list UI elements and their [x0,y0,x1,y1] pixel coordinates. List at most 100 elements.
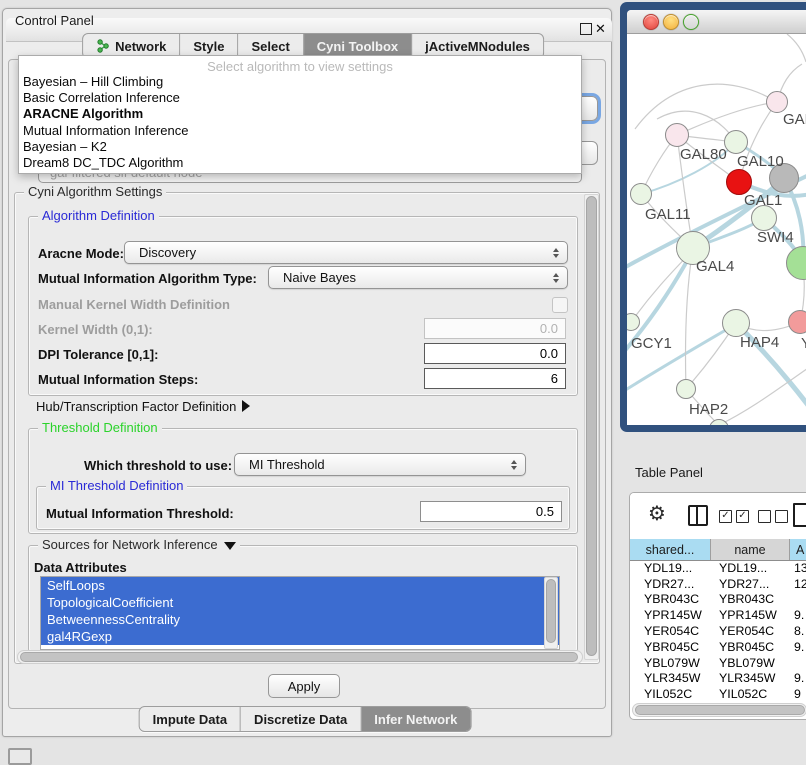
attr-item-topologicalcoefficient[interactable]: TopologicalCoefficient [41,594,559,611]
settings-scrollbar-thumb[interactable] [586,196,597,656]
dropdown-item-mutual-information[interactable]: Mutual Information Inference [19,123,581,139]
attr-item-betweennesscentrality[interactable]: BetweennessCentrality [41,611,559,628]
algorithm-dropdown-prompt: Select algorithm to view settings [19,56,581,74]
mac-close-button[interactable] [643,14,659,30]
sources-group-title[interactable]: Sources for Network Inference [38,537,240,552]
checked-box-icon: ✓ [736,510,749,523]
kernel-width-label: Kernel Width (0,1): [38,322,153,337]
table-row[interactable]: YIL052CYIL052C9 [630,686,806,702]
mi-steps-field[interactable]: 6 [424,368,566,389]
close-icon[interactable]: ✕ [595,20,606,38]
combo-stepper-icon [511,460,517,470]
dropdown-item-basic-correlation[interactable]: Basic Correlation Inference [19,90,581,106]
cell-shared: YDL19... [630,561,711,575]
mi-type-combobox[interactable]: Naive Bayes [268,266,568,289]
tab-infer-network[interactable]: Infer Network [361,707,470,731]
cell-name: YDL19... [711,561,790,575]
screen: Control Panel ✕ Network Style Select Cyn… [0,0,806,762]
gear-icon[interactable]: ⚙ [648,501,666,525]
attributes-scrollbar-track[interactable] [544,577,558,649]
node-hap4[interactable] [722,309,750,337]
table-toolbar: ⚙ ✓ ✓ [630,493,806,539]
settings-hscrollbar-track[interactable] [17,650,583,664]
column-header-name[interactable]: name [711,539,790,560]
node-gal80[interactable] [665,123,689,147]
mac-minimize-button[interactable] [663,14,679,30]
control-panel-title: Control Panel [15,13,94,28]
attributes-scrollbar-thumb[interactable] [546,579,556,643]
columns-icon[interactable] [688,505,708,526]
table-hscrollbar-track[interactable] [632,703,806,717]
node-label: HAP2 [689,401,728,418]
hub-definition-toggle[interactable]: Hub/Transcription Factor Definition [36,399,250,414]
dropdown-item-bayesian-hill-climbing[interactable]: Bayesian – Hill Climbing [19,74,581,90]
mi-threshold-field[interactable]: 0.5 [420,501,562,522]
node-gal11[interactable] [630,183,652,205]
table-hscrollbar-thumb[interactable] [635,705,805,715]
mac-zoom-button[interactable] [683,14,699,30]
bottom-tabbar: Impute Data Discretize Data Infer Networ… [139,706,472,732]
cell-shared: YBL079W [630,656,711,670]
float-window-icon[interactable] [580,23,592,35]
table-row[interactable]: YPR145WYPR145W9. [630,607,806,623]
table-row[interactable]: YDL19...YDL19...13 [630,560,806,576]
expand-right-icon [242,400,250,412]
node-gal-partial[interactable] [766,91,788,113]
mi-threshold-label: Mutual Information Threshold: [46,506,234,521]
kernel-width-field[interactable]: 0.0 [424,318,566,339]
mi-steps-label: Mutual Information Steps: [38,372,198,387]
node-hap2[interactable] [676,379,696,399]
column-header-shared[interactable]: shared... [630,539,711,560]
table-panel-window: ⚙ ✓ ✓ shared... name A YDL19...YDL19...1… [629,492,806,720]
settings-scrollbar-track[interactable] [584,194,599,660]
network-canvas[interactable]: GAL GAL80 GAL10 GAL1 GAL11 SWI4 GAL4 GCY… [627,34,806,425]
table-row[interactable]: YBR045CYBR045C9. [630,639,806,655]
apply-button[interactable]: Apply [268,674,340,698]
node-label: GAL4 [696,258,734,275]
algorithm-dropdown-popup: Select algorithm to view settings Bayesi… [18,55,582,174]
checked-box-icon: ✓ [719,510,732,523]
node-gal10[interactable] [724,130,748,154]
dropdown-item-dream8[interactable]: Dream8 DC_TDC Algorithm [19,155,581,171]
document-icon[interactable] [793,503,806,527]
cell-name: YER054C [711,624,790,638]
aracne-mode-combobox[interactable]: Discovery [124,241,568,264]
table-row[interactable]: YBR043CYBR043C [630,592,806,608]
attr-item-gal4rgexp[interactable]: gal4RGexp [41,628,559,645]
table-row[interactable]: YBL079WYBL079W [630,655,806,671]
column-header-partial[interactable]: A [790,539,806,560]
dpi-tolerance-label: DPI Tolerance [0,1]: [38,347,158,362]
dpi-tolerance-field[interactable]: 0.0 [424,343,566,364]
data-attributes-list: SelfLoops TopologicalCoefficient Between… [40,576,560,650]
which-threshold-combobox[interactable]: MI Threshold [234,453,526,476]
docked-window-icon[interactable] [8,748,32,765]
node-label: GAL80 [680,146,727,163]
tab-jactivemnodules-label: jActiveMNodules [425,39,530,54]
cell-name: YBL079W [711,656,790,670]
cell-partial: 8. [790,624,806,638]
node-label: GAL [783,111,806,128]
network-window-titlebar[interactable] [627,10,806,34]
select-all-columns-icon[interactable]: ✓ ✓ [719,510,749,523]
node-label: GAL1 [744,192,782,209]
cell-partial: 9. [790,671,806,685]
deselect-all-columns-icon[interactable] [758,510,788,523]
node-y-partial[interactable] [788,310,806,334]
dropdown-item-bayesian-k2[interactable]: Bayesian – K2 [19,139,581,155]
table-row[interactable]: YDR27...YDR27...12 [630,576,806,592]
table-row[interactable]: YER054CYER054C8. [630,623,806,639]
manual-kernel-checkbox[interactable] [552,297,568,313]
data-attributes-label: Data Attributes [34,560,127,575]
cell-shared: YLR345W [630,671,711,685]
tab-discretize-data[interactable]: Discretize Data [241,707,361,731]
aracne-mode-value: Discovery [139,245,196,260]
tab-impute-data[interactable]: Impute Data [140,707,241,731]
dropdown-item-aracne[interactable]: ARACNE Algorithm [19,106,581,122]
sources-title-label: Sources for Network Inference [42,537,218,552]
unchecked-box-icon [775,510,788,523]
combo-stepper-icon [553,248,559,258]
mi-type-value: Naive Bayes [283,270,356,285]
table-row[interactable]: YLR345WYLR345W9. [630,671,806,687]
attr-item-selfloops[interactable]: SelfLoops [41,577,559,594]
settings-hscrollbar-thumb[interactable] [20,652,578,662]
